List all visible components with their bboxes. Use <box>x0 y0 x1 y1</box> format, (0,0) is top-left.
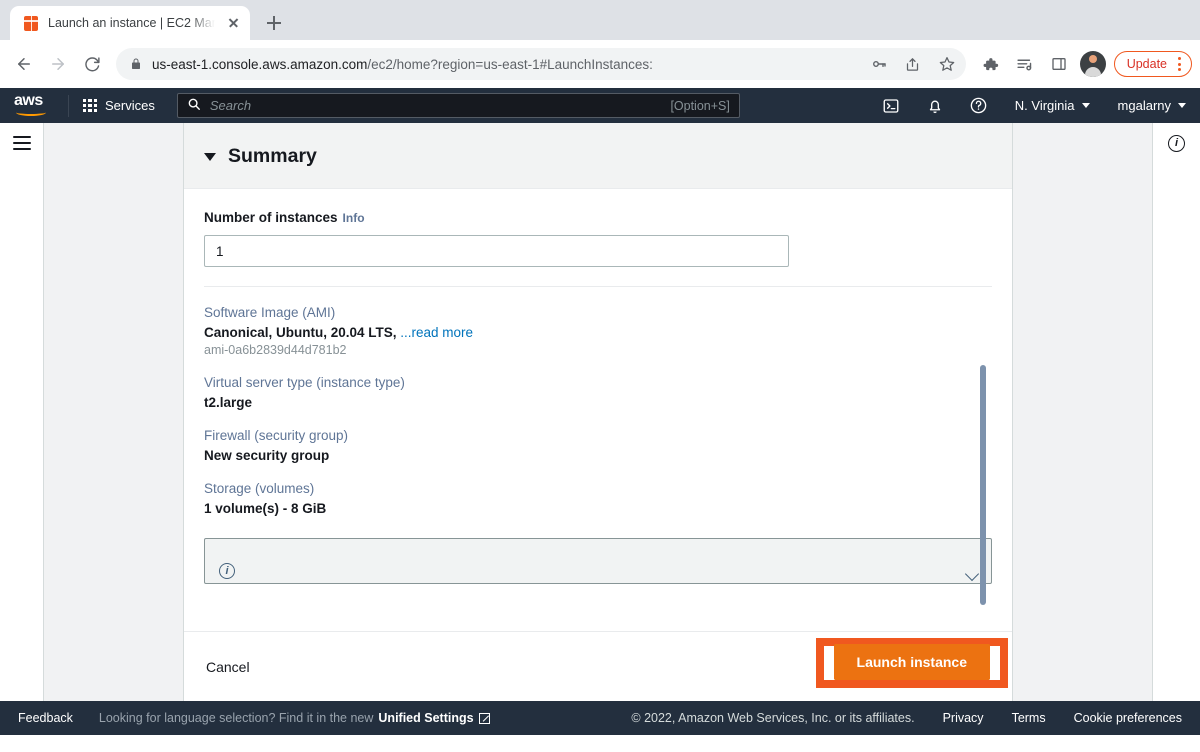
browser-chrome: Launch an instance | EC2 Mana us-east-1.… <box>0 0 1200 88</box>
summary-subvalue: ami-0a6b2839d44d781b2 <box>204 343 347 357</box>
summary-key: Software Image (AMI) <box>204 305 336 320</box>
side-panel-icon[interactable] <box>1044 49 1074 79</box>
summary-header[interactable]: Summary <box>184 123 1012 189</box>
triangle-down-icon[interactable] <box>204 152 216 161</box>
bookmark-star-icon[interactable] <box>934 51 960 77</box>
summary-item-storage: Storage (volumes) 1 volume(s) - 8 GiB <box>204 481 992 516</box>
reload-icon[interactable] <box>76 48 108 80</box>
divider <box>204 286 992 287</box>
instances-label: Number of instances <box>204 210 338 225</box>
content-area: Summary Number of instances Info 1 Softwa… <box>44 123 1152 701</box>
lock-icon <box>130 57 144 71</box>
summary-key: Virtual server type (instance type) <box>204 375 405 390</box>
field-label-row: Number of instances Info <box>204 209 992 227</box>
summary-value: Canonical, Ubuntu, 20.04 LTS, ...read mo… <box>204 325 474 340</box>
address-bar[interactable]: us-east-1.console.aws.amazon.com/ec2/hom… <box>116 48 966 80</box>
free-tier-alert[interactable]: i <box>204 538 992 584</box>
bell-icon[interactable] <box>913 88 957 123</box>
url-text: us-east-1.console.aws.amazon.com/ec2/hom… <box>152 56 653 72</box>
update-button[interactable]: Update <box>1113 51 1192 77</box>
info-circle-icon[interactable]: i <box>1168 135 1185 152</box>
feedback-link[interactable]: Feedback <box>18 711 73 725</box>
language-note-text: Looking for language selection? Find it … <box>98 711 374 725</box>
external-link-icon <box>478 712 490 724</box>
reading-list-icon[interactable] <box>1010 49 1040 79</box>
summary-body: Number of instances Info 1 Software Image… <box>184 189 1012 631</box>
unified-settings-link[interactable]: Unified Settings <box>378 711 473 725</box>
search-icon <box>187 97 201 114</box>
aws-logo[interactable]: aws <box>14 92 54 118</box>
instances-value: 1 <box>216 243 224 259</box>
terms-link[interactable]: Terms <box>1012 711 1046 725</box>
close-icon[interactable] <box>224 14 242 32</box>
aws-footer: Feedback Looking for language selection?… <box>0 701 1200 735</box>
services-label: Services <box>105 98 155 113</box>
extensions-puzzle-icon[interactable] <box>976 49 1006 79</box>
new-tab-button[interactable] <box>260 9 288 37</box>
browser-toolbar: us-east-1.console.aws.amazon.com/ec2/hom… <box>0 40 1200 88</box>
left-nav-rail <box>0 123 44 701</box>
summary-key: Firewall (security group) <box>204 428 349 443</box>
profile-avatar[interactable] <box>1079 51 1106 77</box>
kebab-menu-icon[interactable] <box>1171 54 1187 74</box>
summary-item-ami: Software Image (AMI) Canonical, Ubuntu, … <box>204 305 992 357</box>
privacy-link[interactable]: Privacy <box>943 711 984 725</box>
page-title: Summary <box>228 145 317 167</box>
info-link[interactable]: Info <box>343 211 365 225</box>
tab-strip: Launch an instance | EC2 Mana <box>0 0 1200 40</box>
copyright-text: © 2022, Amazon Web Services, Inc. or its… <box>631 711 915 725</box>
account-label: mgalarny <box>1117 98 1171 113</box>
right-info-rail: i <box>1152 123 1200 701</box>
summary-value: New security group <box>204 448 330 463</box>
cookie-preferences-link[interactable]: Cookie preferences <box>1074 711 1182 725</box>
number-of-instances-field: Number of instances Info 1 <box>204 209 992 267</box>
footer-links: © 2022, Amazon Web Services, Inc. or its… <box>631 711 1182 725</box>
launch-instance-button[interactable]: Launch instance <box>833 644 990 680</box>
update-label: Update <box>1126 57 1167 71</box>
grid-icon <box>83 98 97 113</box>
info-circle-icon: i <box>219 563 235 579</box>
chevron-down-icon[interactable] <box>964 566 980 582</box>
aws-top-nav: aws Services Search [Option+S] N. Virgin… <box>0 88 1200 123</box>
launch-highlight-box: Launch instance <box>815 638 1008 688</box>
search-placeholder: Search <box>209 98 252 113</box>
region-label: N. Virginia <box>1014 98 1075 113</box>
services-menu[interactable]: Services <box>69 88 169 123</box>
share-icon[interactable] <box>900 51 926 77</box>
summary-item-instance-type: Virtual server type (instance type) t2.l… <box>204 375 992 410</box>
back-arrow-icon[interactable] <box>8 48 40 80</box>
hamburger-menu-icon[interactable] <box>12 136 31 150</box>
ec2-favicon <box>23 15 39 31</box>
vertical-scrollbar[interactable] <box>980 365 986 627</box>
page-body: Summary Number of instances Info 1 Softwa… <box>0 123 1200 701</box>
summary-footer: Cancel Launch instance <box>184 631 1012 701</box>
search-shortcut: [Option+S] <box>670 98 730 113</box>
forward-arrow-icon[interactable] <box>42 48 74 80</box>
search-input[interactable]: Search [Option+S] <box>176 93 740 118</box>
summary-value: t2.large <box>204 395 253 410</box>
cancel-button[interactable]: Cancel <box>206 659 250 675</box>
instances-input[interactable]: 1 <box>204 235 789 267</box>
help-circle-icon[interactable] <box>957 88 1001 123</box>
chevron-down-icon <box>1178 103 1186 108</box>
summary-key: Storage (volumes) <box>204 481 315 496</box>
read-more-link[interactable]: ...read more <box>400 325 473 340</box>
chevron-down-icon <box>1081 103 1090 108</box>
tab-title: Launch an instance | EC2 Mana <box>48 16 215 30</box>
browser-tab[interactable]: Launch an instance | EC2 Mana <box>10 6 250 40</box>
summary-value: 1 volume(s) - 8 GiB <box>204 501 327 516</box>
scrollbar-thumb[interactable] <box>980 365 986 605</box>
summary-item-firewall: Firewall (security group) New security g… <box>204 428 992 463</box>
cloudshell-icon[interactable] <box>869 88 913 123</box>
language-settings-note[interactable]: Looking for language selection? Find it … <box>99 711 490 725</box>
region-selector[interactable]: N. Virginia <box>1001 88 1104 123</box>
summary-panel: Summary Number of instances Info 1 Softwa… <box>183 123 1013 701</box>
aws-nav-right: N. Virginia mgalarny <box>869 88 1200 123</box>
account-menu[interactable]: mgalarny <box>1104 88 1200 123</box>
key-icon[interactable] <box>866 51 892 77</box>
